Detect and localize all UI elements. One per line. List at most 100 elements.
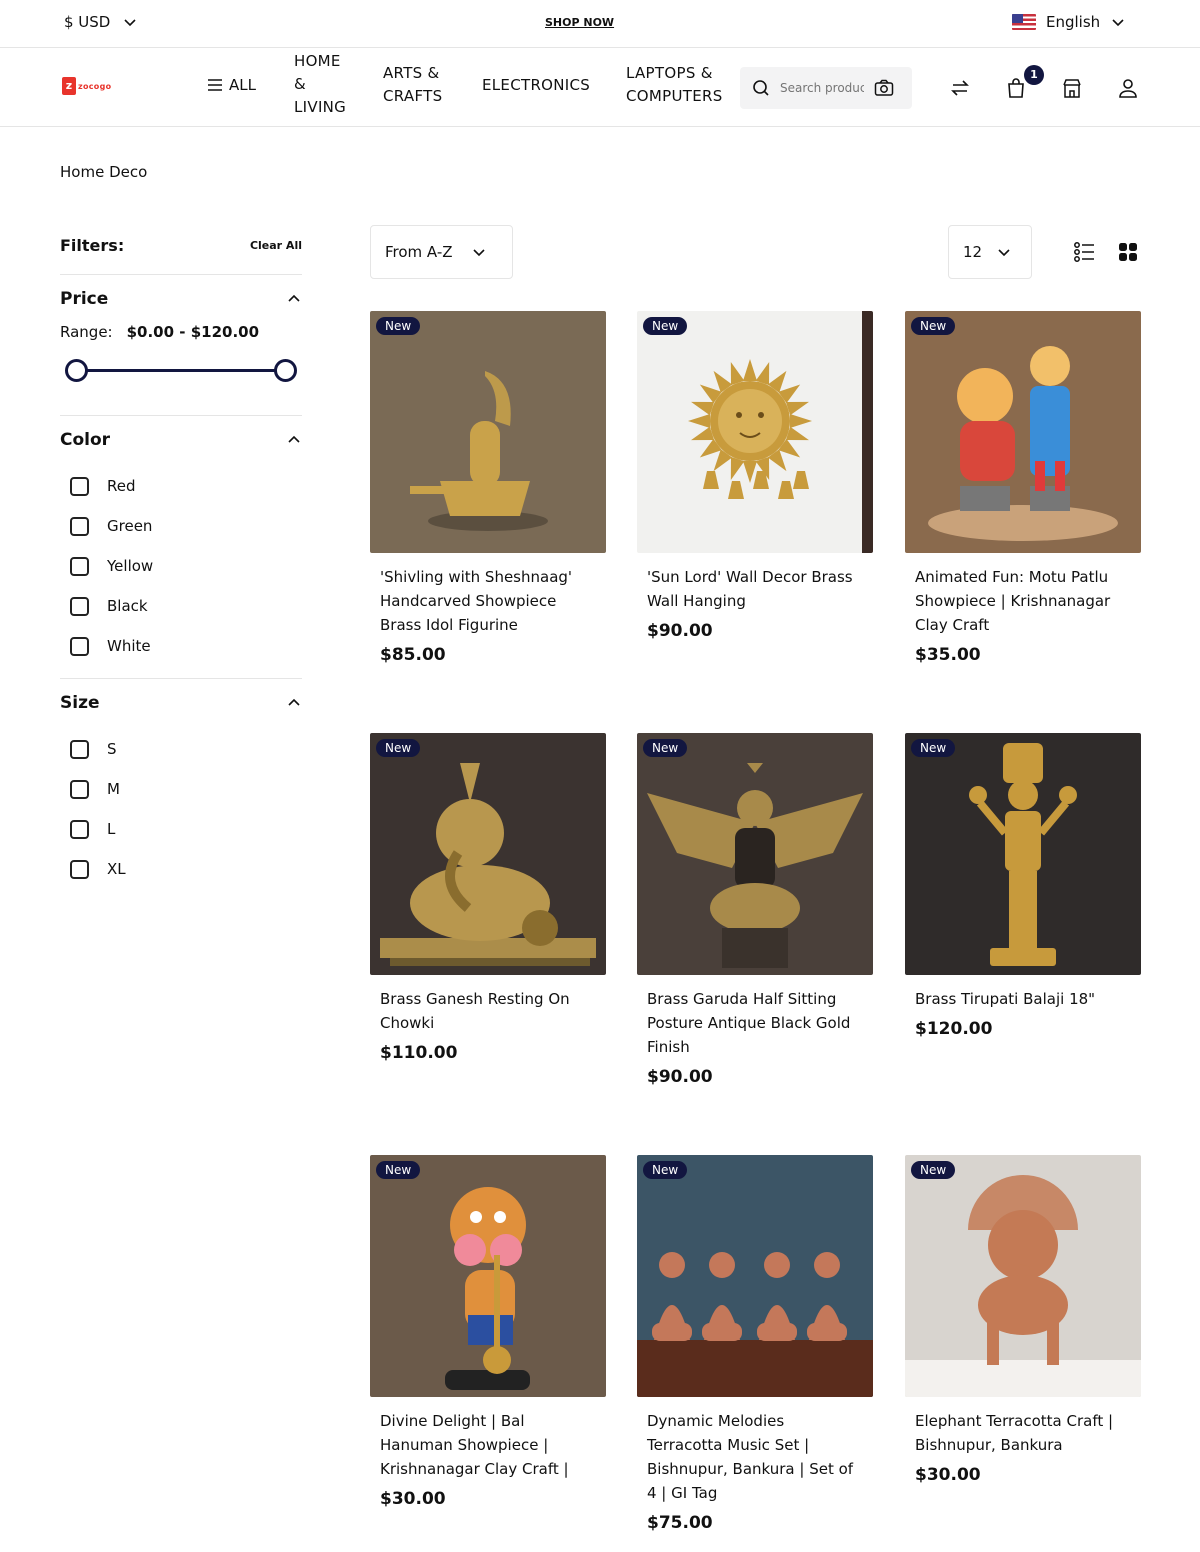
size-option-xl[interactable]: XL: [60, 849, 302, 889]
product-card[interactable]: New Brass Ganesh Resting On Chowki $110.…: [370, 733, 606, 1063]
product-image[interactable]: New: [637, 311, 873, 553]
product-image[interactable]: New: [905, 733, 1141, 975]
checkbox[interactable]: [70, 779, 89, 799]
cart-icon[interactable]: [1005, 77, 1027, 99]
checkbox[interactable]: [70, 636, 89, 656]
product-card[interactable]: New Animated Fun: Motu Patlu Showpiece |…: [905, 311, 1141, 665]
all-categories-button[interactable]: ALL: [207, 76, 256, 94]
product-image[interactable]: New: [637, 1155, 873, 1397]
currency-label: $ USD: [64, 13, 111, 31]
new-badge: New: [911, 739, 956, 757]
grid-view-icon[interactable]: [1117, 241, 1139, 263]
hamburger-menu-icon: [208, 79, 222, 91]
new-badge: New: [376, 1161, 421, 1179]
product-image[interactable]: New: [637, 733, 873, 975]
slider-min-handle[interactable]: [65, 359, 88, 382]
color-option-yellow[interactable]: Yellow: [60, 546, 302, 586]
product-price: $90.00: [647, 621, 713, 641]
search-input[interactable]: [780, 81, 864, 95]
user-account-icon[interactable]: [1117, 77, 1139, 99]
product-title[interactable]: Animated Fun: Motu Patlu Showpiece | Kri…: [915, 565, 1131, 637]
color-option-white[interactable]: White: [60, 626, 302, 666]
product-image[interactable]: New: [370, 311, 606, 553]
clear-all-button[interactable]: Clear All: [250, 239, 302, 252]
size-option-m[interactable]: M: [60, 769, 302, 809]
product-card[interactable]: New Brass Tirupati Balaji 18" $120.00: [905, 733, 1141, 1039]
product-title[interactable]: Dynamic Melodies Terracotta Music Set | …: [647, 1409, 863, 1505]
product-card[interactable]: New Brass Garuda Half Sitting Posture An…: [637, 733, 873, 1087]
compare-icon[interactable]: [949, 77, 971, 99]
product-title[interactable]: 'Sun Lord' Wall Decor Brass Wall Hanging: [647, 565, 863, 613]
language-selector[interactable]: English: [1012, 13, 1126, 31]
color-option-label: Black: [107, 597, 148, 615]
chevron-up-icon: [288, 294, 300, 302]
checkbox[interactable]: [70, 516, 89, 536]
product-card[interactable]: New 'Sun Lord' Wall Decor Brass Wall Han…: [637, 311, 873, 641]
product-price: $90.00: [647, 1067, 713, 1087]
color-option-label: Red: [107, 477, 136, 495]
breadcrumb: Home Deco: [60, 163, 148, 181]
product-illustration: [647, 763, 863, 968]
product-card[interactable]: New Elephant Terracotta Craft | Bishnupu…: [905, 1155, 1141, 1485]
currency-selector[interactable]: $ USD: [64, 13, 138, 31]
camera-icon[interactable]: [874, 79, 894, 97]
color-option-black[interactable]: Black: [60, 586, 302, 626]
chevron-down-icon: [998, 249, 1010, 257]
new-badge: New: [643, 739, 688, 757]
chevron-down-icon: [124, 19, 136, 27]
site-logo[interactable]: z zocogo: [62, 77, 111, 95]
product-price: $120.00: [915, 1019, 993, 1039]
checkbox[interactable]: [70, 596, 89, 616]
shopping-bag-logo-icon: z: [62, 77, 76, 95]
product-image[interactable]: New: [905, 311, 1141, 553]
color-option-green[interactable]: Green: [60, 506, 302, 546]
sort-dropdown[interactable]: From A-Z: [370, 225, 513, 279]
product-title[interactable]: Divine Delight | Bal Hanuman Showpiece |…: [380, 1409, 596, 1481]
product-card[interactable]: New Dynamic Melodies Terracotta Music Se…: [637, 1155, 873, 1533]
nav-home-living[interactable]: HOME & LIVING: [294, 50, 354, 119]
checkbox[interactable]: [70, 819, 89, 839]
product-card[interactable]: New 'Shivling with Sheshnaag' Handcarved…: [370, 311, 606, 665]
list-view-icon[interactable]: [1073, 241, 1095, 263]
price-title: Price: [60, 289, 109, 309]
filters-sidebar: Filters: Clear All Price Range: $0.00 - …: [60, 230, 302, 889]
nav-electronics[interactable]: ELECTRONICS: [482, 74, 590, 97]
shop-now-link[interactable]: SHOP NOW: [545, 16, 614, 29]
color-option-red[interactable]: Red: [60, 466, 302, 506]
search-box: [740, 67, 912, 109]
checkbox[interactable]: [70, 556, 89, 576]
product-title[interactable]: 'Shivling with Sheshnaag' Handcarved Sho…: [380, 565, 596, 637]
color-title: Color: [60, 430, 111, 450]
product-illustration: [445, 1187, 530, 1390]
checkbox[interactable]: [70, 739, 89, 759]
size-option-l[interactable]: L: [60, 809, 302, 849]
size-option-s[interactable]: S: [60, 729, 302, 769]
store-icon[interactable]: [1061, 77, 1083, 99]
nav-arts-crafts[interactable]: ARTS & CRAFTS: [383, 62, 453, 108]
product-price: $30.00: [380, 1489, 446, 1509]
chevron-up-icon: [288, 698, 300, 706]
size-title: Size: [60, 693, 100, 713]
price-range: Range: $0.00 - $120.00: [60, 323, 302, 341]
checkbox[interactable]: [70, 476, 89, 496]
color-section-header[interactable]: Color: [60, 416, 302, 464]
product-image[interactable]: New: [905, 1155, 1141, 1397]
product-title[interactable]: Brass Ganesh Resting On Chowki: [380, 987, 596, 1035]
nav-laptops-computers[interactable]: LAPTOPS & COMPUTERS: [626, 62, 726, 108]
size-section-header[interactable]: Size: [60, 679, 302, 727]
product-title[interactable]: Elephant Terracotta Craft | Bishnupur, B…: [915, 1409, 1131, 1457]
product-illustration: [637, 1252, 873, 1397]
product-image[interactable]: New: [370, 733, 606, 975]
product-title[interactable]: Brass Tirupati Balaji 18": [915, 987, 1131, 1011]
sort-value: From A-Z: [385, 243, 453, 261]
product-image[interactable]: New: [370, 1155, 606, 1397]
product-card[interactable]: New Divine Delight | Bal Hanuman Showpie…: [370, 1155, 606, 1509]
product-title[interactable]: Brass Garuda Half Sitting Posture Antiqu…: [647, 987, 863, 1059]
product-price: $110.00: [380, 1043, 458, 1063]
price-slider[interactable]: [60, 341, 302, 401]
per-page-dropdown[interactable]: 12: [948, 225, 1032, 279]
slider-max-handle[interactable]: [274, 359, 297, 382]
checkbox[interactable]: [70, 859, 89, 879]
price-section-header[interactable]: Price: [60, 275, 302, 323]
main-header: z zocogo ALL HOME & LIVING ARTS & CRAFTS…: [0, 49, 1200, 127]
